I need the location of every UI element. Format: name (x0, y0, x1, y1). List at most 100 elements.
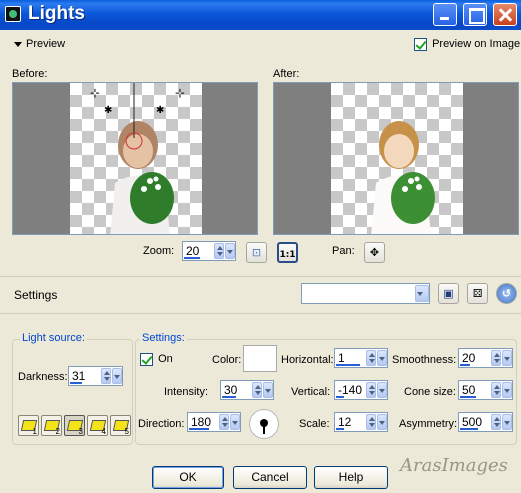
before-preview[interactable]: ⊹ ⊹ ✱ ✱ (12, 82, 258, 235)
dice-icon: ⚄ (472, 287, 483, 300)
cancel-button[interactable]: Cancel (233, 466, 307, 489)
maximize-button[interactable] (463, 3, 487, 26)
asymmetry-label: Asymmetry: (399, 418, 458, 430)
smoothness-slider-bar[interactable] (460, 364, 470, 366)
vertical-dropdown-arrow[interactable] (377, 382, 387, 398)
ok-button[interactable]: OK (152, 466, 224, 489)
direction-slider-bar[interactable] (189, 428, 209, 430)
zoom-dropdown-arrow[interactable] (225, 243, 235, 259)
intensity-label: Intensity: (164, 386, 209, 398)
preview-on-image-option[interactable]: Preview on Image (414, 38, 520, 51)
minimize-button[interactable] (433, 3, 457, 26)
randomize-button[interactable]: ⚄ (467, 283, 488, 304)
intensity-slider-bar[interactable] (222, 396, 236, 398)
separator (0, 313, 521, 314)
darkness-dropdown-arrow[interactable] (112, 368, 122, 384)
asymmetry-value: 500 (462, 415, 483, 429)
intensity-spin-arrows[interactable] (252, 382, 262, 398)
direction-dial[interactable] (249, 409, 279, 439)
light-source-group-label: Light source: (20, 332, 87, 344)
zoom-fit-icon: ⊡ (251, 246, 262, 259)
direction-value: 180 (191, 415, 212, 429)
cone-size-spinbox[interactable]: 50 (458, 380, 513, 400)
asymmetry-spin-arrows[interactable] (491, 414, 501, 430)
scale-spinbox[interactable]: 12 (334, 412, 388, 432)
direction-dropdown-arrow[interactable] (230, 414, 240, 430)
asymmetry-slider-bar[interactable] (460, 428, 478, 430)
zoom-slider-bar[interactable] (184, 257, 200, 259)
light-preset-2-button[interactable]: 2 (41, 415, 62, 436)
scale-dropdown-arrow[interactable] (377, 414, 387, 430)
reset-button[interactable]: ↺ (496, 283, 517, 304)
cone-size-slider-bar[interactable] (460, 396, 476, 398)
smoothness-spinbox[interactable]: 20 (458, 348, 513, 368)
after-image (371, 121, 435, 234)
darkness-spinbox[interactable]: 31 (68, 366, 123, 386)
asymmetry-dropdown-arrow[interactable] (502, 414, 512, 430)
preview-toggle-label: Preview (26, 38, 66, 50)
light-preset-4-label: 4 (101, 427, 106, 436)
darkness-slider-bar[interactable] (70, 382, 82, 384)
zoom-spin-arrows[interactable] (214, 243, 224, 259)
light-preset-3-label: 3 (78, 427, 83, 436)
smoothness-spin-arrows[interactable] (491, 350, 501, 366)
vertical-value: -140 (338, 383, 363, 397)
intensity-spinbox[interactable]: 30 (220, 380, 274, 400)
light-preset-1-label: 1 (32, 427, 37, 436)
horizontal-spinbox[interactable]: 1 (334, 348, 388, 368)
pan-button[interactable]: ✥ (364, 242, 385, 263)
pan-icon: ✥ (369, 246, 380, 259)
app-icon (5, 6, 21, 22)
before-label: Before: (12, 68, 48, 80)
svg-text:⊹: ⊹ (90, 86, 100, 100)
scale-label: Scale: (299, 418, 330, 430)
zoom-actual-size-button[interactable]: 1:1 (277, 242, 298, 263)
scale-value: 12 (338, 415, 352, 429)
horizontal-slider-bar[interactable] (336, 364, 360, 366)
preview-toggle[interactable]: Preview (14, 38, 65, 50)
darkness-spin-arrows[interactable] (101, 368, 111, 384)
intensity-dropdown-arrow[interactable] (263, 382, 273, 398)
zoom-label: Zoom: (143, 245, 175, 257)
light-on-checkbox[interactable] (140, 353, 153, 366)
smoothness-dropdown-arrow[interactable] (502, 350, 512, 366)
asymmetry-spinbox[interactable]: 500 (458, 412, 513, 432)
light-on-option[interactable]: On (140, 353, 173, 366)
light-color-swatch[interactable] (243, 345, 277, 372)
direction-spinbox[interactable]: 180 (187, 412, 241, 432)
scale-slider-bar[interactable] (336, 428, 344, 430)
cone-size-spin-arrows[interactable] (491, 382, 501, 398)
preset-dropdown-arrow[interactable] (415, 285, 429, 302)
light-on-label: On (158, 353, 173, 366)
cone-size-dropdown-arrow[interactable] (502, 382, 512, 398)
horizontal-spin-arrows[interactable] (366, 350, 376, 366)
horizontal-dropdown-arrow[interactable] (377, 350, 387, 366)
close-button[interactable] (493, 3, 517, 26)
zoom-fit-button[interactable]: ⊡ (246, 242, 267, 263)
light-preset-4-button[interactable]: 4 (87, 415, 108, 436)
smoothness-label: Smoothness: (392, 354, 457, 366)
help-button[interactable]: Help (314, 466, 388, 489)
title-bar: Lights (0, 0, 521, 30)
intensity-value: 30 (224, 383, 238, 397)
after-label: After: (273, 68, 300, 80)
preview-on-image-checkbox[interactable] (414, 38, 427, 51)
horizontal-label: Horizontal: (281, 354, 334, 366)
light-preset-5-button[interactable]: 5 (110, 415, 131, 436)
vertical-label: Vertical: (291, 386, 331, 398)
vertical-slider-bar[interactable] (336, 396, 344, 398)
window-title: Lights (28, 3, 85, 24)
scale-spin-arrows[interactable] (366, 414, 376, 430)
vertical-spinbox[interactable]: -140 (334, 380, 388, 400)
zoom-spinbox[interactable]: 20 (182, 241, 236, 261)
after-preview (273, 82, 519, 235)
vertical-spin-arrows[interactable] (366, 382, 376, 398)
light-preset-1-button[interactable]: 1 (18, 415, 39, 436)
preset-dropdown[interactable] (301, 283, 430, 304)
save-preset-button[interactable]: ▣ (438, 283, 459, 304)
smoothness-value: 20 (462, 351, 476, 365)
collapse-arrow-icon (14, 41, 22, 47)
direction-spin-arrows[interactable] (219, 414, 229, 430)
light-preset-3-button[interactable]: 3 (64, 415, 85, 436)
reset-arrow-icon: ↺ (501, 287, 512, 300)
